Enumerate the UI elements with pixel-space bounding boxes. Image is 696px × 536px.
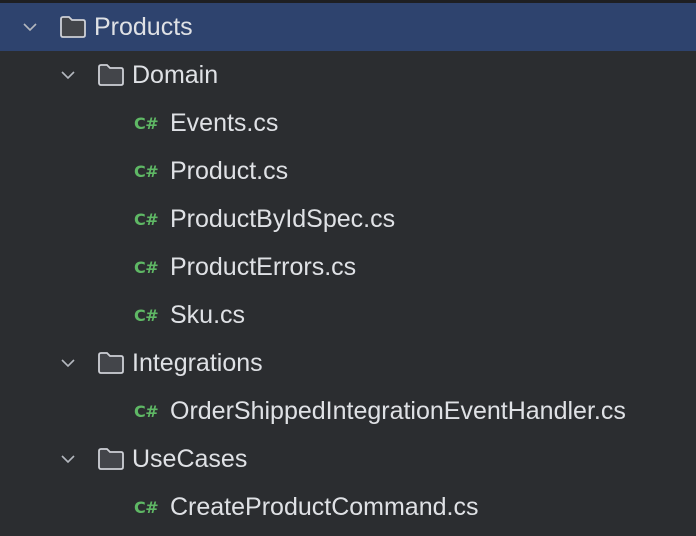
tree-folder-usecases[interactable]: UseCases xyxy=(0,435,696,483)
tree-item-label: ProductErrors.cs xyxy=(170,252,357,281)
tree-file[interactable]: C# Product.cs xyxy=(0,147,696,195)
csharp-file-icon: C# xyxy=(134,257,159,277)
tree-item-label: CreateProductCommand.cs xyxy=(170,492,479,521)
tree-file[interactable]: C# OrderShippedIntegrationEventHandler.c… xyxy=(0,387,696,435)
tree-item-label: Events.cs xyxy=(170,108,279,137)
tree-file[interactable]: C# ProductErrors.cs xyxy=(0,243,696,291)
tree-file[interactable]: C# CreateProductCommand.cs xyxy=(0,483,696,531)
tree-folder-integrations[interactable]: Integrations xyxy=(0,339,696,387)
tree-item-label: Sku.cs xyxy=(170,300,246,329)
tree-item-label: ProductByIdSpec.cs xyxy=(170,204,396,233)
csharp-file-icon: C# xyxy=(134,497,159,517)
tree-item-label: Product.cs xyxy=(170,156,289,185)
project-tree: Products Domain C# Events.cs C# Product.… xyxy=(0,3,696,531)
csharp-file-icon: C# xyxy=(134,161,159,181)
csharp-file-icon: C# xyxy=(134,305,159,325)
tree-file[interactable]: C# ProductByIdSpec.cs xyxy=(0,195,696,243)
tree-item-label: Integrations xyxy=(132,348,263,377)
tree-folder-domain[interactable]: Domain xyxy=(0,51,696,99)
tree-item-label: OrderShippedIntegrationEventHandler.cs xyxy=(170,396,626,425)
chevron-down-icon[interactable] xyxy=(20,17,40,37)
tree-item-label: Products xyxy=(94,12,193,41)
csharp-file-icon: C# xyxy=(134,401,159,421)
tree-item-label: UseCases xyxy=(132,444,248,473)
tree-file[interactable]: C# Events.cs xyxy=(0,99,696,147)
tree-file[interactable]: C# Sku.cs xyxy=(0,291,696,339)
chevron-down-icon[interactable] xyxy=(58,65,78,85)
folder-icon xyxy=(58,15,88,39)
csharp-file-icon: C# xyxy=(134,113,159,133)
chevron-down-icon[interactable] xyxy=(58,353,78,373)
folder-icon xyxy=(96,351,126,375)
csharp-file-icon: C# xyxy=(134,209,159,229)
tree-folder-products[interactable]: Products xyxy=(0,3,696,51)
tree-item-label: Domain xyxy=(132,60,219,89)
folder-icon xyxy=(96,447,126,471)
chevron-down-icon[interactable] xyxy=(58,449,78,469)
folder-icon xyxy=(96,63,126,87)
